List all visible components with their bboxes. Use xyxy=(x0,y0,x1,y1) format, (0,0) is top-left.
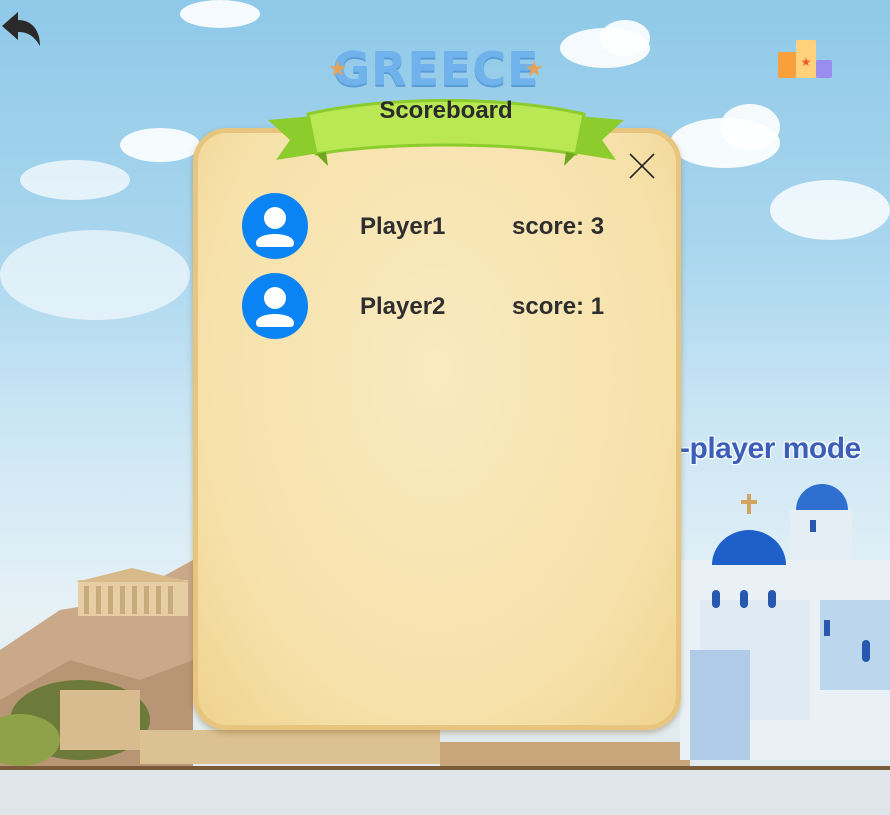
blue-dome xyxy=(796,484,848,510)
user-avatar-icon xyxy=(242,273,308,339)
star-icon: ★ xyxy=(524,56,544,81)
svg-text:★: ★ xyxy=(801,55,812,69)
ancient-wall xyxy=(60,690,140,750)
close-button[interactable] xyxy=(626,150,658,182)
ancient-wall xyxy=(140,730,440,764)
player-score: score: 1 xyxy=(512,293,605,320)
blue-dome xyxy=(712,530,786,565)
player-name: Player2 xyxy=(360,293,446,320)
mode-label: -player mode xyxy=(680,432,861,465)
back-button[interactable] xyxy=(0,6,44,50)
game-background: -player mode ★ GREECE ★ ★ Scoreboard Pla… xyxy=(0,0,890,815)
star-icon: ★ xyxy=(328,56,348,81)
podium-icon: ★ xyxy=(778,40,832,78)
user-avatar-icon xyxy=(242,193,308,259)
player-name: Player1 xyxy=(360,213,446,240)
ancient-wall xyxy=(440,742,690,766)
blue-wall xyxy=(690,650,750,760)
close-icon xyxy=(629,153,655,179)
player-score: score: 3 xyxy=(512,213,605,240)
ground-line xyxy=(0,766,890,770)
blue-wall xyxy=(820,600,890,690)
scoreboard-title: Scoreboard xyxy=(379,97,513,124)
back-arrow-icon xyxy=(2,12,40,46)
water-reflection xyxy=(0,770,890,815)
leaderboard-button[interactable]: ★ xyxy=(778,38,834,82)
player-row: Player1 score: 3 xyxy=(242,193,642,259)
player-row: Player2 score: 1 xyxy=(242,273,642,339)
